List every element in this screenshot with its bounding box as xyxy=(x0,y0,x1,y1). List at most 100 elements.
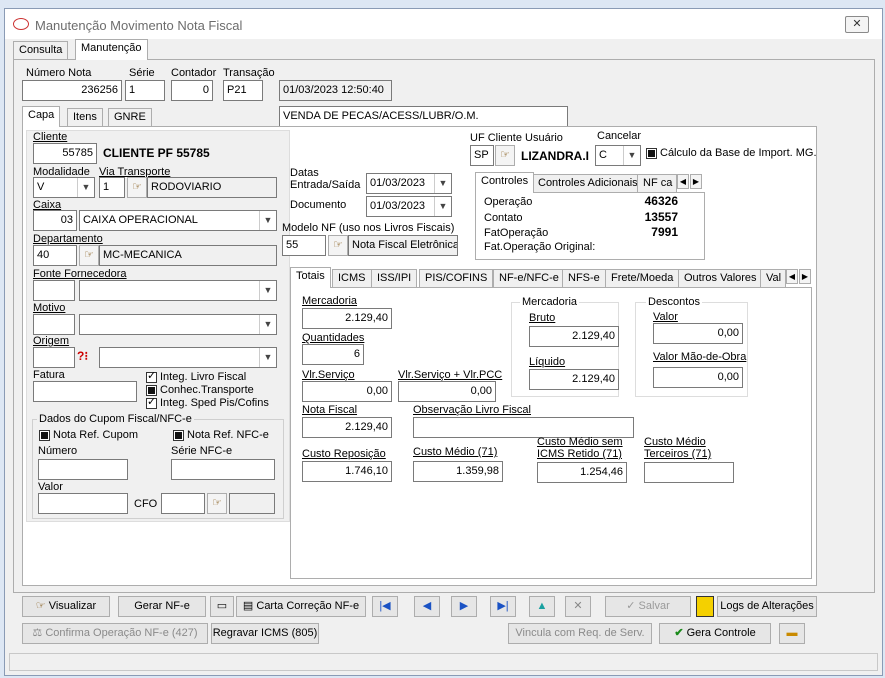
delete-icon[interactable]: ✕ xyxy=(565,596,591,617)
modalidade-select[interactable]: V ▼ xyxy=(33,177,95,198)
sped-checkbox[interactable] xyxy=(146,396,157,409)
card-icon[interactable]: ▭ xyxy=(210,596,234,617)
calculo-checkbox[interactable] xyxy=(646,148,657,159)
nota-fiscal-field[interactable]: 2.129,40 xyxy=(302,417,392,438)
salvar-button[interactable]: ✓ Salvar xyxy=(605,596,691,617)
desc-valor-field[interactable]: 0,00 xyxy=(653,323,743,344)
close-button[interactable]: ✕ xyxy=(845,16,869,33)
regravar-icms-button[interactable]: Regravar ICMS (805) xyxy=(211,623,319,644)
motivo-select[interactable]: ▼ xyxy=(79,314,277,335)
tab-controles-adicionais[interactable]: Controles Adicionais xyxy=(532,174,644,193)
pointing-hand-icon[interactable]: ☞ xyxy=(328,235,348,256)
origem-code[interactable] xyxy=(33,347,75,368)
transacao-field[interactable]: P21 xyxy=(223,80,263,101)
vlr-servico-field[interactable]: 0,00 xyxy=(302,381,392,402)
logs-button[interactable]: Logs de Alterações xyxy=(717,596,817,617)
serie-field[interactable]: 1 xyxy=(125,80,165,101)
mao-obra-label: Valor Mão-de-Obra xyxy=(653,351,747,363)
conhec-checkbox[interactable] xyxy=(146,385,157,396)
tab-scroll-right-icon[interactable]: ▶ xyxy=(690,174,702,189)
cupom-numero-field[interactable] xyxy=(38,459,128,480)
last-record-icon[interactable]: ▶| xyxy=(490,596,516,617)
help-icon[interactable]: ?⁝ xyxy=(77,349,88,363)
next-record-icon[interactable]: ▶ xyxy=(451,596,477,617)
custo-sem-field[interactable]: 1.254,46 xyxy=(537,462,627,483)
gera-controle-button[interactable]: ✔ Gera Controle xyxy=(659,623,771,644)
tab-scroll-right-icon[interactable]: ▶ xyxy=(799,269,811,284)
tab-scroll-left-icon[interactable]: ◀ xyxy=(677,174,689,189)
uf-field[interactable]: SP xyxy=(470,145,494,166)
tab-consulta[interactable]: Consulta xyxy=(13,41,69,60)
cancelar-select[interactable]: C ▼ xyxy=(595,145,641,166)
tab-itens[interactable]: Itens xyxy=(67,108,103,127)
custo-medio-label: Custo Médio (71) xyxy=(413,446,498,458)
custo-medio-field[interactable]: 1.359,98 xyxy=(413,461,503,482)
fonte-code[interactable] xyxy=(33,280,75,301)
motivo-code[interactable] xyxy=(33,314,75,335)
cliente-label: Cliente xyxy=(33,131,68,143)
entrada-date[interactable]: 01/03/2023 ▼ xyxy=(366,173,452,194)
origem-select[interactable]: ▼ xyxy=(99,347,277,368)
pointing-hand-icon[interactable]: ☞ xyxy=(207,493,227,514)
livro-label: Integ. Livro Fiscal xyxy=(160,371,247,383)
tab-scroll-left-icon[interactable]: ◀ xyxy=(786,269,798,284)
carta-correcao-button[interactable]: ▤ Carta Correção NF-e xyxy=(236,596,366,617)
tab-nf-ca[interactable]: NF ca xyxy=(637,174,677,193)
tab-totais[interactable]: Totais xyxy=(290,267,331,288)
caixa-value: CAIXA OPERACIONAL xyxy=(83,214,198,226)
tab-outros-valores[interactable]: Outros Valores xyxy=(678,269,763,288)
pointing-hand-icon[interactable]: ☞ xyxy=(79,245,99,266)
obs-label: Observação Livro Fiscal xyxy=(413,404,531,416)
caixa-code[interactable]: 03 xyxy=(33,210,77,231)
door-icon[interactable] xyxy=(696,596,714,617)
gerar-nfe-button[interactable]: Gerar NF-e xyxy=(118,596,206,617)
cliente-code[interactable]: 55785 xyxy=(33,143,97,164)
first-record-icon[interactable]: |◀ xyxy=(372,596,398,617)
tab-iss-ipi[interactable]: ISS/IPI xyxy=(371,269,418,288)
modelo-name: Nota Fiscal Eletrônica xyxy=(348,235,458,256)
vincula-button[interactable]: Vincula com Req. de Serv. xyxy=(508,623,652,644)
visualizar-button[interactable]: ☞ Visualizar xyxy=(22,596,110,617)
via-code[interactable]: 1 xyxy=(99,177,125,198)
liquido-field[interactable]: 2.129,40 xyxy=(529,369,619,390)
cfo-field[interactable] xyxy=(161,493,205,514)
tab-nfe-nfce[interactable]: NF-e/NFC-e xyxy=(493,269,565,288)
numero-nota-field[interactable]: 236256 xyxy=(22,80,122,101)
vlr-servico-pcc-field[interactable]: 0,00 xyxy=(398,381,496,402)
livro-checkbox[interactable] xyxy=(146,370,157,383)
bruto-field[interactable]: 2.129,40 xyxy=(529,326,619,347)
fonte-select[interactable]: ▼ xyxy=(79,280,277,301)
tab-gnre[interactable]: GNRE xyxy=(108,108,152,127)
mercadoria-field[interactable]: 2.129,40 xyxy=(302,308,392,329)
tab-icms[interactable]: ICMS xyxy=(332,269,372,288)
up-arrow-icon[interactable]: ▲ xyxy=(529,596,555,617)
caixa-select[interactable]: CAIXA OPERACIONAL ▼ xyxy=(79,210,277,231)
contador-field[interactable]: 0 xyxy=(171,80,213,101)
fatura-field[interactable] xyxy=(33,381,137,402)
depto-code[interactable]: 40 xyxy=(33,245,77,266)
tab-capa[interactable]: Capa xyxy=(22,106,61,127)
obs-field[interactable] xyxy=(413,417,634,438)
tab-manutencao[interactable]: Manutenção xyxy=(75,39,148,60)
tab-pis-cofins[interactable]: PIS/COFINS xyxy=(419,269,494,288)
documento-date[interactable]: 01/03/2023 ▼ xyxy=(366,196,452,217)
folder-icon[interactable]: ▬ xyxy=(779,623,805,644)
tab-frete-moeda[interactable]: Frete/Moeda xyxy=(605,269,680,288)
tab-controles[interactable]: Controles xyxy=(475,172,535,193)
custo-rep-field[interactable]: 1.746,10 xyxy=(302,461,392,482)
pointing-hand-icon[interactable]: ☞ xyxy=(495,145,515,166)
mao-obra-field[interactable]: 0,00 xyxy=(653,367,743,388)
tab-val[interactable]: Val xyxy=(760,269,786,288)
custo-terc-field[interactable] xyxy=(644,462,734,483)
quantidades-field[interactable]: 6 xyxy=(302,344,364,365)
contato-value: 13557 xyxy=(644,210,678,224)
nota-ref-cupom-checkbox[interactable] xyxy=(39,430,50,441)
serie-nfce-field[interactable] xyxy=(171,459,275,480)
cupom-valor-field[interactable] xyxy=(38,493,128,514)
modelo-code[interactable]: 55 xyxy=(282,235,326,256)
nota-ref-nfce-checkbox[interactable] xyxy=(173,430,184,441)
pointing-hand-icon[interactable]: ☞ xyxy=(127,177,147,198)
prev-record-icon[interactable]: ◀ xyxy=(414,596,440,617)
tab-nfs-e[interactable]: NFS-e xyxy=(562,269,606,288)
confirma-operacao-button[interactable]: ⚖ Confirma Operação NF-e (427) xyxy=(22,623,208,644)
